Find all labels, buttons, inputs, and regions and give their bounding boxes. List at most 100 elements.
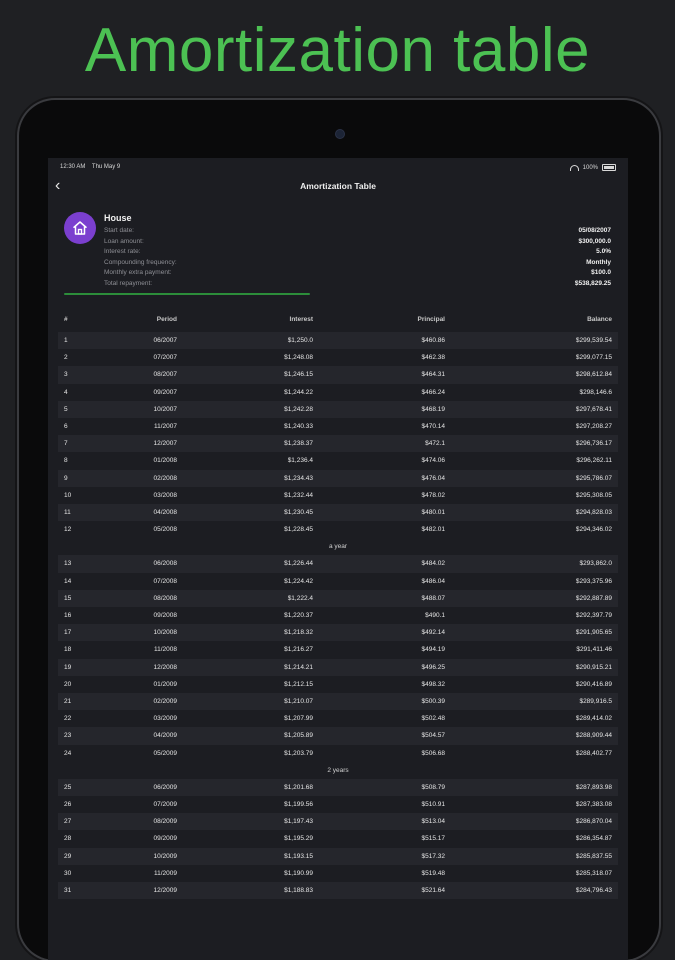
row-interest: $1,238.37 — [284, 440, 313, 448]
table-row: 6 11/2007 $1,240.33 $470.14 $297,208.27 — [58, 417, 618, 436]
row-principal: $462.38 — [421, 354, 446, 362]
table-row: 7 12/2007 $1,238.37 $472.1 $296,736.17 — [58, 435, 618, 453]
row-number: 3 — [64, 371, 68, 379]
front-camera — [335, 129, 345, 139]
row-balance: $295,308.05 — [575, 491, 612, 499]
battery-icon — [602, 164, 616, 171]
row-balance: $296,262.11 — [576, 457, 612, 465]
table-row: 23 04/2009 $1,205.89 $504.57 $288,909.44 — [58, 727, 618, 745]
row-number: 27 — [64, 818, 72, 826]
table-row: 8 01/2008 $1,236.4 $474.06 $296,262.11 — [58, 452, 618, 470]
table-row: 4 09/2007 $1,244.22 $466.24 $298,146.6 — [58, 383, 618, 401]
row-number: 24 — [64, 749, 72, 757]
row-period: 07/2009 — [153, 801, 178, 809]
row-period: 09/2008 — [153, 612, 178, 619]
table-row: 22 03/2009 $1,207.99 $502.48 $289,414.02 — [58, 710, 618, 728]
table-row: 27 08/2009 $1,197.43 $513.04 $286,870.04 — [58, 813, 618, 831]
row-balance: $290,416.89 — [575, 680, 612, 688]
amortization-table: # Period Interest Principal Balance 1 06/… — [58, 308, 618, 900]
start-date-value: 05/08/2007 — [578, 227, 611, 234]
table-row: 26 07/2009 $1,199.56 $510.91 $287,383.08 — [58, 796, 618, 814]
row-period: 12/2008 — [153, 663, 178, 671]
table-row: 20 01/2009 $1,212.15 $498.32 $290,416.89 — [58, 675, 618, 693]
row-number: 6 — [64, 422, 68, 430]
table-row: 25 06/2009 $1,201.68 $508.79 $287,893.98 — [58, 778, 618, 797]
row-number: 14 — [64, 577, 72, 585]
row-balance: $293,375.96 — [575, 577, 612, 585]
row-principal: $476.04 — [421, 474, 446, 482]
row-interest: $1,242.28 — [284, 405, 313, 413]
row-balance: $285,318.07 — [575, 869, 612, 877]
table-row: 3 08/2007 $1,246.15 $464.31 $298,612.84 — [58, 366, 618, 384]
row-number: 4 — [64, 388, 68, 396]
table-row: 16 09/2008 $1,220.37 $490.1 $292,397.79 — [58, 607, 618, 625]
row-period: 11/2009 — [153, 869, 177, 877]
row-number: 9 — [64, 474, 68, 482]
total-repayment-label: Total repayment: — [104, 279, 153, 287]
row-interest: $1,203.79 — [284, 749, 313, 757]
row-number: 26 — [64, 801, 72, 809]
row-principal: $519.48 — [421, 869, 446, 877]
row-number: 15 — [64, 594, 72, 602]
compounding-frequency-label: Compounding frequency: — [104, 258, 177, 266]
nav-bar: ‹ Amortization Table — [48, 176, 628, 198]
row-principal: $472.1 — [425, 440, 445, 448]
row-period: 06/2009 — [153, 783, 178, 791]
row-principal: $488.07 — [421, 594, 446, 602]
header-period: Period — [156, 316, 177, 323]
row-principal: $460.86 — [421, 337, 446, 344]
row-period: 05/2008 — [153, 526, 178, 534]
row-principal: $480.01 — [421, 508, 446, 516]
row-number: 10 — [64, 491, 72, 499]
row-number: 21 — [64, 697, 72, 705]
table-header-row: # Period Interest Principal Balance — [58, 308, 618, 332]
row-period: 04/2008 — [153, 508, 178, 516]
table-row: 5 10/2007 $1,242.28 $468.19 $297,678.41 — [58, 400, 618, 418]
row-interest: $1,205.89 — [284, 732, 313, 740]
row-number: 11 — [64, 508, 71, 516]
table-row: 19 12/2008 $1,214.21 $496.25 $290,915.21 — [58, 658, 618, 676]
loan-name: House — [104, 213, 132, 223]
loan-amount-label: Loan amount: — [104, 237, 144, 245]
row-balance: $290,915.21 — [575, 663, 612, 671]
row-principal: $496.25 — [421, 663, 446, 671]
row-period: 10/2009 — [153, 852, 178, 860]
row-period: 02/2008 — [153, 474, 178, 482]
row-interest: $1,190.99 — [284, 869, 313, 877]
table-row: 9 02/2008 $1,234.43 $476.04 $295,786.07 — [58, 469, 618, 487]
tablet-frame: 12:30 AM Thu May 9 100% ‹ Amortization T… — [19, 100, 659, 960]
row-principal: $474.06 — [421, 457, 446, 465]
extra-payment-label: Monthly extra payment: — [104, 269, 172, 277]
table-row: 14 07/2008 $1,224.42 $486.04 $293,375.96 — [58, 572, 618, 590]
row-principal: $517.32 — [421, 852, 446, 860]
year-separator: 2 years — [58, 761, 618, 779]
row-balance: $291,905.65 — [575, 629, 612, 637]
row-number: 31 — [64, 887, 72, 894]
table-row: 21 02/2009 $1,210.07 $500.39 $289,916.5 — [58, 692, 618, 711]
row-period: 03/2009 — [153, 715, 178, 723]
repayment-progress-bar — [64, 293, 311, 295]
row-principal: $482.01 — [421, 526, 446, 534]
table-row: 11 04/2008 $1,230.45 $480.01 $294,828.03 — [58, 503, 618, 522]
row-balance: $299,077.15 — [575, 354, 612, 362]
row-period: 04/2009 — [153, 732, 178, 740]
row-interest: $1,199.56 — [284, 801, 313, 809]
row-balance: $298,612.84 — [575, 371, 612, 379]
table-row: 17 10/2008 $1,218.32 $492.14 $291,905.65 — [58, 624, 618, 642]
row-balance: $288,909.44 — [575, 732, 612, 740]
loan-detail-labels: Start date: Loan amount: Interest rate: … — [104, 226, 304, 290]
table-row: 2 07/2007 $1,248.08 $462.38 $299,077.15 — [58, 349, 618, 367]
header-principal: Principal — [417, 316, 445, 323]
row-interest: $1,246.15 — [284, 371, 313, 379]
compounding-frequency-value: Monthly — [586, 258, 611, 266]
row-interest: $1,214.21 — [284, 663, 313, 671]
row-number: 5 — [64, 405, 68, 413]
row-number: 8 — [64, 457, 68, 465]
row-number: 13 — [64, 560, 72, 568]
battery-percent: 100% — [582, 164, 598, 171]
row-principal: $498.32 — [421, 680, 446, 688]
total-repayment-value: $538,829.25 — [574, 279, 611, 287]
table-row: 31 12/2009 $1,188.83 $521.64 $284,796.43 — [58, 882, 618, 900]
row-balance: $287,383.08 — [575, 801, 612, 809]
row-period: 07/2007 — [153, 354, 178, 362]
